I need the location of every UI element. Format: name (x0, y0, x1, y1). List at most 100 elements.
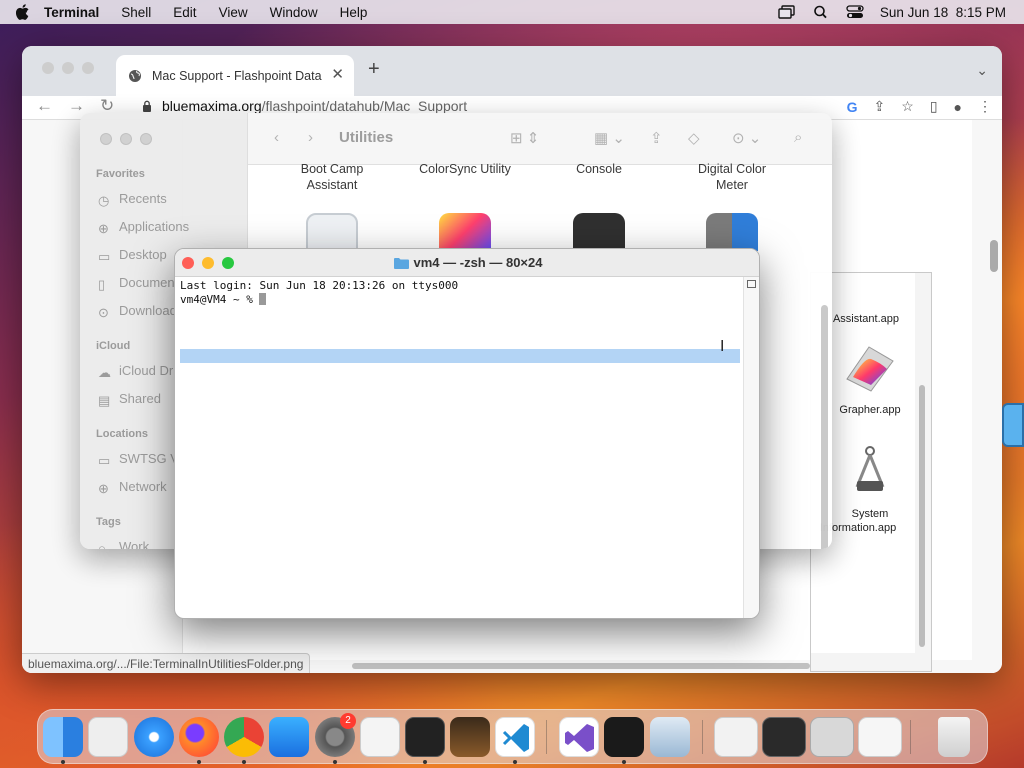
finder-toolbar: ‹ › Utilities ⊞ ⇕ ▦ ⌄ ⇪ ◇ ⊙ ⌄ ⌕ (248, 113, 832, 165)
document-icon: ▯ (98, 276, 106, 292)
group-by-icon[interactable]: ▦ ⌄ (594, 129, 625, 147)
dock-launchpad-icon[interactable] (88, 717, 128, 757)
dock-separator (910, 720, 911, 754)
url-path: /flashpoint/datahub/Mac_Support (261, 98, 468, 114)
menu-window[interactable]: Window (259, 5, 329, 20)
browser-close-button[interactable] (42, 62, 54, 74)
terminal-prompt-line: vm4@VM4 ~ % (180, 293, 745, 307)
dock-terminal-icon[interactable] (405, 717, 445, 757)
dock-chrome-icon[interactable] (224, 717, 264, 757)
side-panel-icon[interactable]: ▯ (930, 98, 938, 115)
back-chevron-icon[interactable]: ‹ (274, 129, 279, 146)
applications-icon: ⊕ (98, 220, 109, 236)
dock-vscode-icon[interactable] (495, 717, 535, 757)
dock-minimized-window-1[interactable] (714, 717, 758, 757)
menu-clock[interactable]: Sun Jun 18 8:15 PM (880, 5, 1006, 20)
control-center-icon[interactable] (846, 5, 864, 19)
dock-preview-icon[interactable] (650, 717, 690, 757)
colorsync-utility-icon[interactable] (439, 213, 491, 251)
tab-search-chevron-icon[interactable]: ⌄ (976, 62, 988, 79)
sidebar-item-downloads[interactable]: ⊙ Downloads (98, 303, 183, 320)
dock-pencil-icon[interactable] (604, 717, 644, 757)
menu-app-name[interactable]: Terminal (38, 5, 110, 20)
browser-tab-strip: Mac Support - Flashpoint Data ✕ + ⌄ (22, 46, 1002, 96)
terminal-line: Last login: Sun Jun 18 20:13:26 on ttys0… (180, 279, 459, 292)
finder-scrollbar[interactable] (821, 305, 828, 549)
menu-bar: Terminal Shell Edit View Window Help Sun… (0, 0, 1024, 24)
more-actions-icon[interactable]: ⊙ ⌄ (732, 129, 761, 147)
browser-tab[interactable]: Mac Support - Flashpoint Data ✕ (116, 55, 354, 96)
dock: 2 (37, 709, 988, 764)
dock-finder-icon[interactable] (43, 717, 83, 757)
clock-icon: ◷ (98, 192, 110, 208)
page-horizontal-scrollbar[interactable] (352, 663, 810, 669)
bookmark-star-icon[interactable]: ☆ (901, 98, 914, 115)
file-label-console[interactable]: Console (539, 161, 659, 177)
new-tab-icon[interactable]: + (368, 58, 380, 81)
tag-icon[interactable]: ◇ (688, 129, 700, 147)
system-information-icon (855, 446, 885, 491)
sidebar-item-shared[interactable]: ▤ Shared (98, 391, 161, 408)
notification-badge: 2 (340, 713, 356, 729)
finder-minimize-button[interactable] (120, 133, 132, 145)
search-icon[interactable] (812, 5, 830, 19)
file-label-digital-color-meter[interactable]: Digital Color Meter (672, 161, 792, 193)
terminal-output[interactable]: Last login: Sun Jun 18 20:13:26 on ttys0… (180, 279, 745, 615)
finder-zoom-button[interactable] (140, 133, 152, 145)
sidebar-heading-icloud: iCloud (96, 340, 131, 352)
sidebar-item-applications[interactable]: ⊕ Applications (98, 219, 190, 236)
forward-chevron-icon[interactable]: › (308, 129, 313, 146)
console-icon[interactable] (573, 213, 625, 251)
menu-help[interactable]: Help (329, 5, 379, 20)
browser-zoom-button[interactable] (82, 62, 94, 74)
dock-minimized-window-3[interactable] (810, 717, 854, 757)
dock-safari-icon[interactable] (134, 717, 174, 757)
sidebar-item-label: Shared (119, 391, 161, 406)
page-scrollbar[interactable] (990, 240, 998, 272)
dock-textedit-icon[interactable] (360, 717, 400, 757)
digital-color-meter-icon[interactable] (706, 213, 758, 251)
sidebar-item-documents[interactable]: ▯ Documents (98, 275, 185, 292)
profile-avatar-icon[interactable]: ● (954, 99, 962, 115)
browser-minimize-button[interactable] (62, 62, 74, 74)
shared-folder-icon: ▤ (98, 392, 111, 408)
menu-view[interactable]: View (208, 5, 259, 20)
dock-visual-studio-icon[interactable] (559, 717, 599, 757)
address-bar[interactable]: bluemaxima.org/flashpoint/datahub/Mac_Su… (142, 98, 467, 114)
file-label-colorsync[interactable]: ColorSync Utility (405, 161, 525, 177)
tab-close-icon[interactable]: ✕ (331, 65, 344, 83)
icon-view-icon[interactable]: ⊞ ⇕ (510, 129, 539, 147)
google-lens-icon[interactable]: G (847, 99, 858, 115)
dock-separator (546, 720, 547, 754)
sidebar-item-network[interactable]: ⊕ Network (98, 479, 167, 496)
menu-edit[interactable]: Edit (162, 5, 207, 20)
apple-icon[interactable] (16, 4, 30, 20)
search-icon[interactable]: ⌕ (794, 129, 802, 146)
dock-trash-icon[interactable] (938, 717, 970, 757)
marks-icon[interactable] (747, 280, 756, 288)
sidebar-item-label: Applications (119, 219, 190, 234)
menu-shell[interactable]: Shell (110, 5, 162, 20)
dock-minimized-window-4[interactable] (858, 717, 902, 757)
cloud-icon: ☁ (98, 364, 111, 380)
dock-minimized-window-2[interactable] (762, 717, 806, 757)
terminal-window: vm4 — -zsh — 80×24 Last login: Sun Jun 1… (174, 248, 760, 619)
terminal-title-group: vm4 — -zsh — 80×24 (175, 255, 759, 270)
dock-garageband-icon[interactable] (450, 717, 490, 757)
dock-firefox-icon[interactable] (179, 717, 219, 757)
finder-close-button[interactable] (100, 133, 112, 145)
dock-app-store-icon[interactable] (269, 717, 309, 757)
screen-mirroring-icon[interactable] (778, 5, 796, 19)
running-indicator (333, 760, 337, 764)
file-label-boot-camp[interactable]: Boot Camp Assistant (272, 161, 392, 193)
sidebar-item-desktop[interactable]: ▭ Desktop (98, 247, 167, 264)
browser-menu-icon[interactable]: ⋮ (978, 98, 992, 115)
boot-camp-assistant-icon[interactable] (306, 213, 358, 251)
share-icon[interactable]: ⇪ (650, 129, 663, 147)
sidebar-item-recents[interactable]: ◷ Recents (98, 191, 167, 208)
share-icon[interactable]: ⇪ (874, 98, 886, 115)
sidebar-item-tag-work[interactable]: ○ Work (98, 539, 149, 549)
back-arrow-icon[interactable]: ← (36, 96, 53, 116)
visual-studio-icon (565, 724, 594, 752)
tag-dot-icon: ○ (98, 540, 106, 550)
